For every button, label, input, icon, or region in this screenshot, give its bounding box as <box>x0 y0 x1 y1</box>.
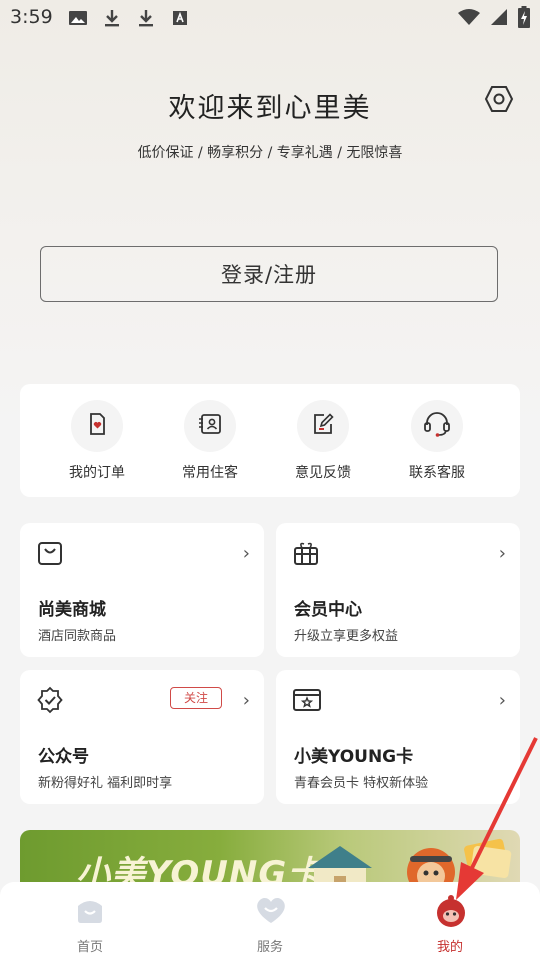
heart-service-icon <box>254 894 286 926</box>
battery-icon <box>518 6 530 32</box>
card-illustration-icon <box>464 838 512 878</box>
mascot-profile-icon <box>434 894 466 927</box>
guest-card-icon <box>197 412 223 440</box>
tile-description: 青春会员卡 特权新体验 <box>294 776 429 791</box>
wifi-icon <box>458 8 480 30</box>
download-icon <box>136 8 156 28</box>
signal-icon <box>490 8 508 30</box>
feedback-edit-icon <box>311 412 335 440</box>
tile-young-card[interactable]: › 小美YOUNG卡 青春会员卡 特权新体验 <box>276 670 520 804</box>
order-icon <box>85 412 109 440</box>
verified-badge-icon <box>36 686 64 714</box>
chevron-right-icon: › <box>242 690 250 711</box>
tile-description: 新粉得好礼 福利即时享 <box>38 776 173 791</box>
tile-title: 会员中心 <box>294 600 362 620</box>
quick-action-label: 我的订单 <box>69 465 125 481</box>
quick-action-feedback[interactable]: 意见反馈 <box>268 400 378 482</box>
chevron-right-icon: › <box>498 543 506 564</box>
tab-label: 我的 <box>436 940 463 955</box>
download-icon <box>102 8 122 28</box>
tab-service[interactable]: 服务 <box>225 894 315 955</box>
quick-action-label: 常用住客 <box>182 465 238 481</box>
status-time: 3:59 <box>10 6 53 28</box>
young-card-banner[interactable]: 小美YOUNG卡 <box>20 830 520 890</box>
quick-action-label: 意见反馈 <box>295 465 351 481</box>
tile-title: 公众号 <box>38 747 89 767</box>
tile-description: 酒店同款商品 <box>38 629 117 644</box>
tab-mine[interactable]: 我的 <box>405 894 495 955</box>
member-card-icon <box>292 686 321 714</box>
tab-label: 首页 <box>76 940 103 955</box>
quick-actions-card: 我的订单 常用住客 意见反馈 联系客服 <box>20 384 520 497</box>
tab-label: 服务 <box>256 940 283 955</box>
tile-description: 升级立享更多权益 <box>294 629 399 644</box>
tile-member-center[interactable]: › 会员中心 升级立享更多权益 <box>276 523 520 657</box>
quick-action-guests[interactable]: 常用住客 <box>155 400 265 482</box>
font-notification-icon <box>170 8 190 28</box>
page-subtitle: 低价保证 / 畅享积分 / 专享礼遇 / 无限惊喜 <box>137 145 403 161</box>
follow-badge[interactable]: 关注 <box>170 687 222 709</box>
bottom-tab-bar: 首页 服务 我的 <box>0 882 540 960</box>
tile-title: 小美YOUNG卡 <box>294 747 414 767</box>
tile-official-account[interactable]: 关注 › 公众号 新粉得好礼 福利即时享 <box>20 670 264 804</box>
tab-home[interactable]: 首页 <box>45 894 135 955</box>
quick-action-label: 联系客服 <box>409 465 465 481</box>
home-icon <box>74 894 106 926</box>
tile-title: 尚美商城 <box>38 600 106 620</box>
tile-shop[interactable]: › 尚美商城 酒店同款商品 <box>20 523 264 657</box>
quick-action-customer-service[interactable]: 联系客服 <box>382 400 492 482</box>
settings-hexagon-icon[interactable] <box>484 84 514 114</box>
status-bar: 3:59 <box>0 0 540 36</box>
page-title: 欢迎来到心里美 <box>168 93 372 124</box>
quick-action-orders[interactable]: 我的订单 <box>42 400 152 482</box>
login-register-button[interactable]: 登录/注册 <box>40 246 498 302</box>
chevron-right-icon: › <box>242 543 250 564</box>
shopping-bag-icon <box>36 539 64 567</box>
chevron-right-icon: › <box>498 690 506 711</box>
gift-icon <box>292 539 320 567</box>
image-notification-icon <box>68 8 88 28</box>
headset-icon <box>423 411 451 441</box>
